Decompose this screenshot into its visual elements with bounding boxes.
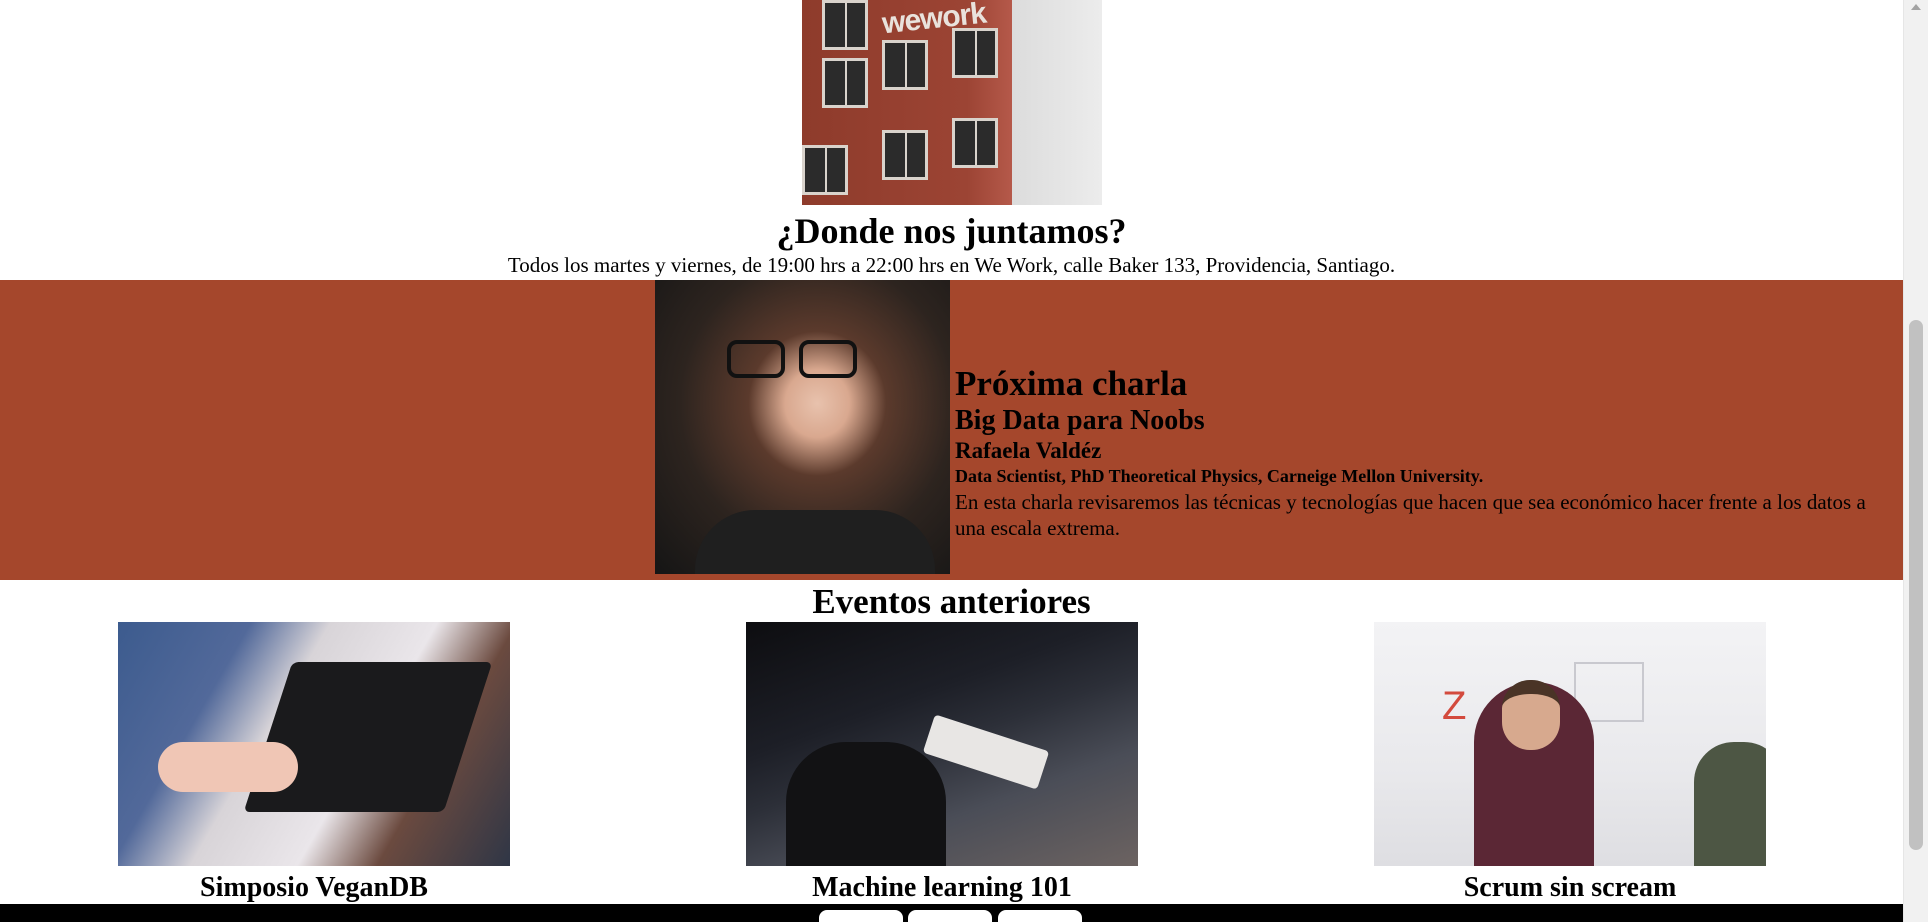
past-event-card[interactable]: Machine learning 101 [746, 622, 1138, 904]
event-image [118, 622, 510, 866]
speaker-name: Rafaela Valdéz [955, 438, 1102, 463]
talk-title: Big Data para Noobs [955, 405, 1205, 436]
page: wework ¿Donde nos juntamos? Todos los ma… [0, 0, 1903, 922]
past-event-card[interactable]: Simposio VeganDB [118, 622, 510, 904]
footer-button[interactable] [998, 910, 1082, 922]
next-talk-heading: Próxima charla [955, 364, 1188, 403]
footer-button[interactable] [819, 910, 903, 922]
notebook-graphic [922, 714, 1050, 790]
scroll-up-icon[interactable] [1911, 4, 1921, 10]
glasses-lens [727, 340, 785, 378]
building-window [822, 0, 868, 50]
building-window [802, 145, 848, 195]
speaker-role: Data Scientist, PhD Theoretical Physics,… [955, 466, 1484, 486]
event-name: Simposio VeganDB [200, 872, 428, 903]
person-head-graphic [1502, 680, 1560, 750]
event-name: Scrum sin scream [1463, 872, 1677, 903]
building-window [882, 130, 928, 180]
building-window [822, 58, 868, 108]
whiteboard-letter: Z [1442, 684, 1467, 728]
next-talk-section: Próxima charla Big Data para Noobs Rafae… [0, 280, 1903, 580]
building-window [952, 28, 998, 78]
talk-info: Próxima charla Big Data para Noobs Rafae… [955, 364, 1875, 541]
event-image [746, 622, 1138, 866]
footer [0, 904, 1903, 922]
past-event-card[interactable]: Z Scrum sin scream [1374, 622, 1766, 904]
event-image: Z [1374, 622, 1766, 866]
talk-description: En esta charla revisaremos las técnicas … [955, 490, 1866, 540]
footer-button[interactable] [908, 910, 992, 922]
person-graphic [1694, 742, 1766, 866]
event-name: Machine learning 101 [812, 872, 1072, 903]
speaker-shirt [695, 510, 935, 574]
glasses-lens [799, 340, 857, 378]
building-window [952, 118, 998, 168]
building-window [882, 40, 928, 90]
audience-graphic [786, 742, 946, 866]
hands-graphic [158, 742, 298, 792]
location-text: Todos los martes y viernes, de 19:00 hrs… [507, 253, 1396, 277]
past-events-title: Eventos anteriores [812, 582, 1091, 621]
vertical-scrollbar[interactable] [1903, 0, 1928, 922]
venue-building-image: wework [802, 0, 1102, 205]
location-title: ¿Donde nos juntamos? [776, 211, 1127, 251]
scrollbar-thumb[interactable] [1909, 320, 1923, 850]
speaker-photo [655, 280, 950, 574]
